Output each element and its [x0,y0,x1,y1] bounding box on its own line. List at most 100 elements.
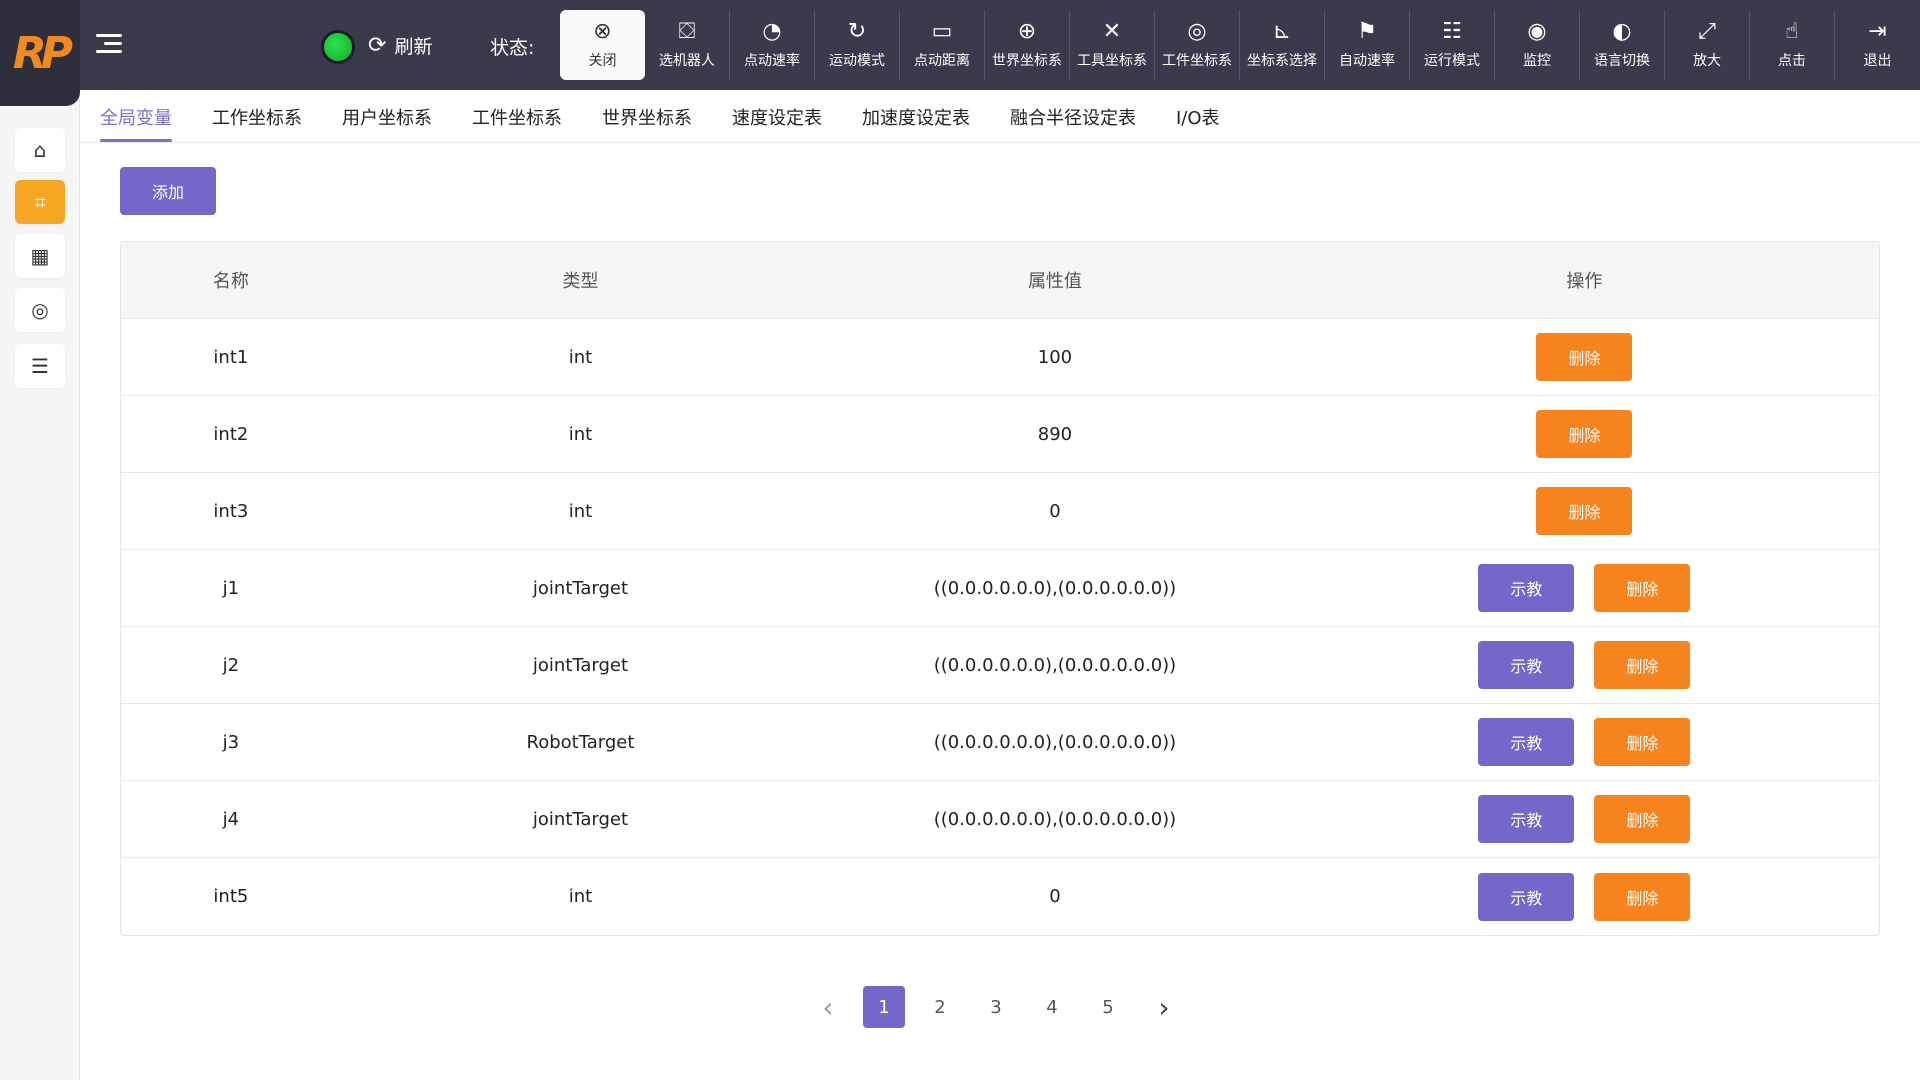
chevron-left-icon: ‹ [822,990,834,1024]
tab-speed-table[interactable]: 速度设定表 [712,104,842,142]
column-header-name: 名称 [212,271,249,292]
page-button-3[interactable]: 3 [968,986,1024,1028]
tool-jog-distance[interactable]: ▭ 点动距离 [900,10,985,80]
tab-work-frame[interactable]: 工作坐标系 [192,104,322,142]
tool-workpiece-frame[interactable]: ◎ 工件坐标系 [1155,10,1240,80]
tab-user-frame[interactable]: 用户坐标系 [322,104,452,142]
add-button[interactable]: 添加 [120,167,216,215]
globe-icon: ⊕ [1017,19,1037,44]
tool-monitor[interactable]: ◉ 监控 [1495,10,1580,80]
delete-button[interactable]: 删除 [1594,641,1691,689]
logo-text: RP [12,27,73,79]
table-row: int1 int 100 删除 [121,319,1879,396]
tool-select-robot[interactable]: ⛋ 选机器人 [645,10,730,80]
table-row: j3 RobotTarget ((0.0.0.0.0.0),(0.0.0.0.0… [121,704,1879,781]
menu-toggle-icon[interactable] [92,28,126,58]
tab-acceleration-table[interactable]: 加速度设定表 [842,104,990,142]
app-logo: RP [0,0,80,106]
tool-logout[interactable]: ⇥ 退出 [1835,10,1920,80]
camera-icon: ◉ [1527,19,1547,44]
sidebar-item-home[interactable]: ⌂ [15,128,65,172]
refresh-label: 刷新 [394,36,433,58]
tool-jog-rate[interactable]: ◔ 点动速率 [730,10,815,80]
cell-value: 890 [1037,423,1073,445]
cell-type: jointTarget [532,808,629,830]
delete-button[interactable]: 删除 [1536,333,1633,381]
prev-page-button[interactable]: ‹ [800,986,856,1028]
workpiece-icon: ◎ [1187,19,1207,44]
tools-icon: ✕ [1102,19,1122,44]
cell-type: int [568,500,593,522]
cell-value: 0 [1049,500,1061,522]
next-page-button[interactable]: › [1136,986,1192,1028]
pagination: ‹ 1 2 3 4 5 › [800,986,1192,1028]
sidebar-item-table[interactable]: ▦ [15,234,65,278]
delete-button[interactable]: 删除 [1594,718,1691,766]
tab-global-variables[interactable]: 全局变量 [100,104,192,142]
cell-name: j3 [222,731,240,753]
close-circle-icon: ⊗ [593,19,612,44]
tab-world-frame[interactable]: 世界坐标系 [582,104,712,142]
page-button-4[interactable]: 4 [1024,986,1080,1028]
delete-button[interactable]: 删除 [1594,564,1691,612]
page-button-5[interactable]: 5 [1080,986,1136,1028]
cell-name: j1 [222,577,240,599]
sidebar-item-program[interactable]: ⌗ [15,180,65,224]
tool-run-mode[interactable]: ☷ 运行模式 [1410,10,1495,80]
teach-button[interactable]: 示教 [1478,872,1575,921]
teach-button[interactable]: 示教 [1478,795,1575,843]
speedometer-icon: ◔ [762,19,782,44]
delete-button[interactable]: 删除 [1536,487,1633,535]
chevron-right-icon: › [1158,990,1170,1024]
table-row: j1 jointTarget ((0.0.0.0.0.0),(0.0.0.0.0… [121,550,1879,627]
status-indicator [321,30,355,64]
tab-io-table[interactable]: I/O表 [1156,104,1240,142]
delete-button[interactable]: 删除 [1594,795,1691,843]
cell-name: j2 [222,654,240,676]
column-header-type: 类型 [562,271,599,292]
teach-button[interactable]: 示教 [1478,564,1575,612]
delete-button[interactable]: 删除 [1594,872,1691,921]
cell-name: j4 [222,808,240,830]
teach-button[interactable]: 示教 [1478,641,1575,689]
cell-value: 0 [1049,886,1061,907]
tool-language[interactable]: ◐ 语言切换 [1580,10,1665,80]
list-icon: ☷ [1442,19,1462,44]
cell-actions: 示教 删除 [1290,564,1879,612]
page-button-1[interactable]: 1 [856,986,912,1028]
tool-click[interactable]: ☝ 点击 [1750,10,1835,80]
tool-close[interactable]: ⊗ 关闭 [560,10,645,80]
cycle-icon: ↻ [847,19,867,44]
teach-button[interactable]: 示教 [1478,718,1575,766]
cell-type: RobotTarget [526,731,635,753]
tab-bar: 全局变量 工作坐标系 用户坐标系 工件坐标系 世界坐标系 速度设定表 加速度设定… [100,104,1240,142]
delete-button[interactable]: 删除 [1536,410,1633,458]
top-bar: ⟳ 刷新 状态: ⊗ 关闭 ⛋ 选机器人 ◔ 点动速率 ↻ 运动模式 ▭ 点动距… [0,0,1920,90]
sidebar-item-settings[interactable]: ◎ [15,288,65,332]
cell-name: int1 [213,346,249,368]
cell-actions: 示教 删除 [1290,872,1879,921]
home-icon: ⌂ [33,138,47,162]
cell-type: int [568,346,593,368]
column-header-actions: 操作 [1566,271,1603,292]
frame-icon: ⌗ [34,190,46,214]
runner-icon: ⚑ [1357,19,1377,44]
robot-icon: ⛋ [678,19,696,44]
tab-blend-radius-table[interactable]: 融合半径设定表 [990,104,1156,142]
refresh-button[interactable]: ⟳ 刷新 [368,32,432,59]
cell-value: ((0.0.0.0.0.0),(0.0.0.0.0.0)) [933,577,1177,599]
tool-frame-select[interactable]: ⊾ 坐标系选择 [1240,10,1325,80]
sidebar-item-storage[interactable]: ☰ [15,344,65,388]
tool-expand[interactable]: ⤢ 放大 [1665,10,1750,80]
database-icon: ☰ [31,354,49,378]
tool-world-frame[interactable]: ⊕ 世界坐标系 [985,10,1070,80]
tool-auto-rate[interactable]: ⚑ 自动速率 [1325,10,1410,80]
tool-motion-mode[interactable]: ↻ 运动模式 [815,10,900,80]
tab-workpiece-frame[interactable]: 工件坐标系 [452,104,582,142]
cell-actions: 示教 删除 [1290,795,1879,843]
axes-icon: ⊾ [1272,19,1292,44]
logout-icon: ⇥ [1868,19,1887,44]
page-button-2[interactable]: 2 [912,986,968,1028]
cell-type: int [568,886,593,907]
tool-tool-frame[interactable]: ✕ 工具坐标系 [1070,10,1155,80]
